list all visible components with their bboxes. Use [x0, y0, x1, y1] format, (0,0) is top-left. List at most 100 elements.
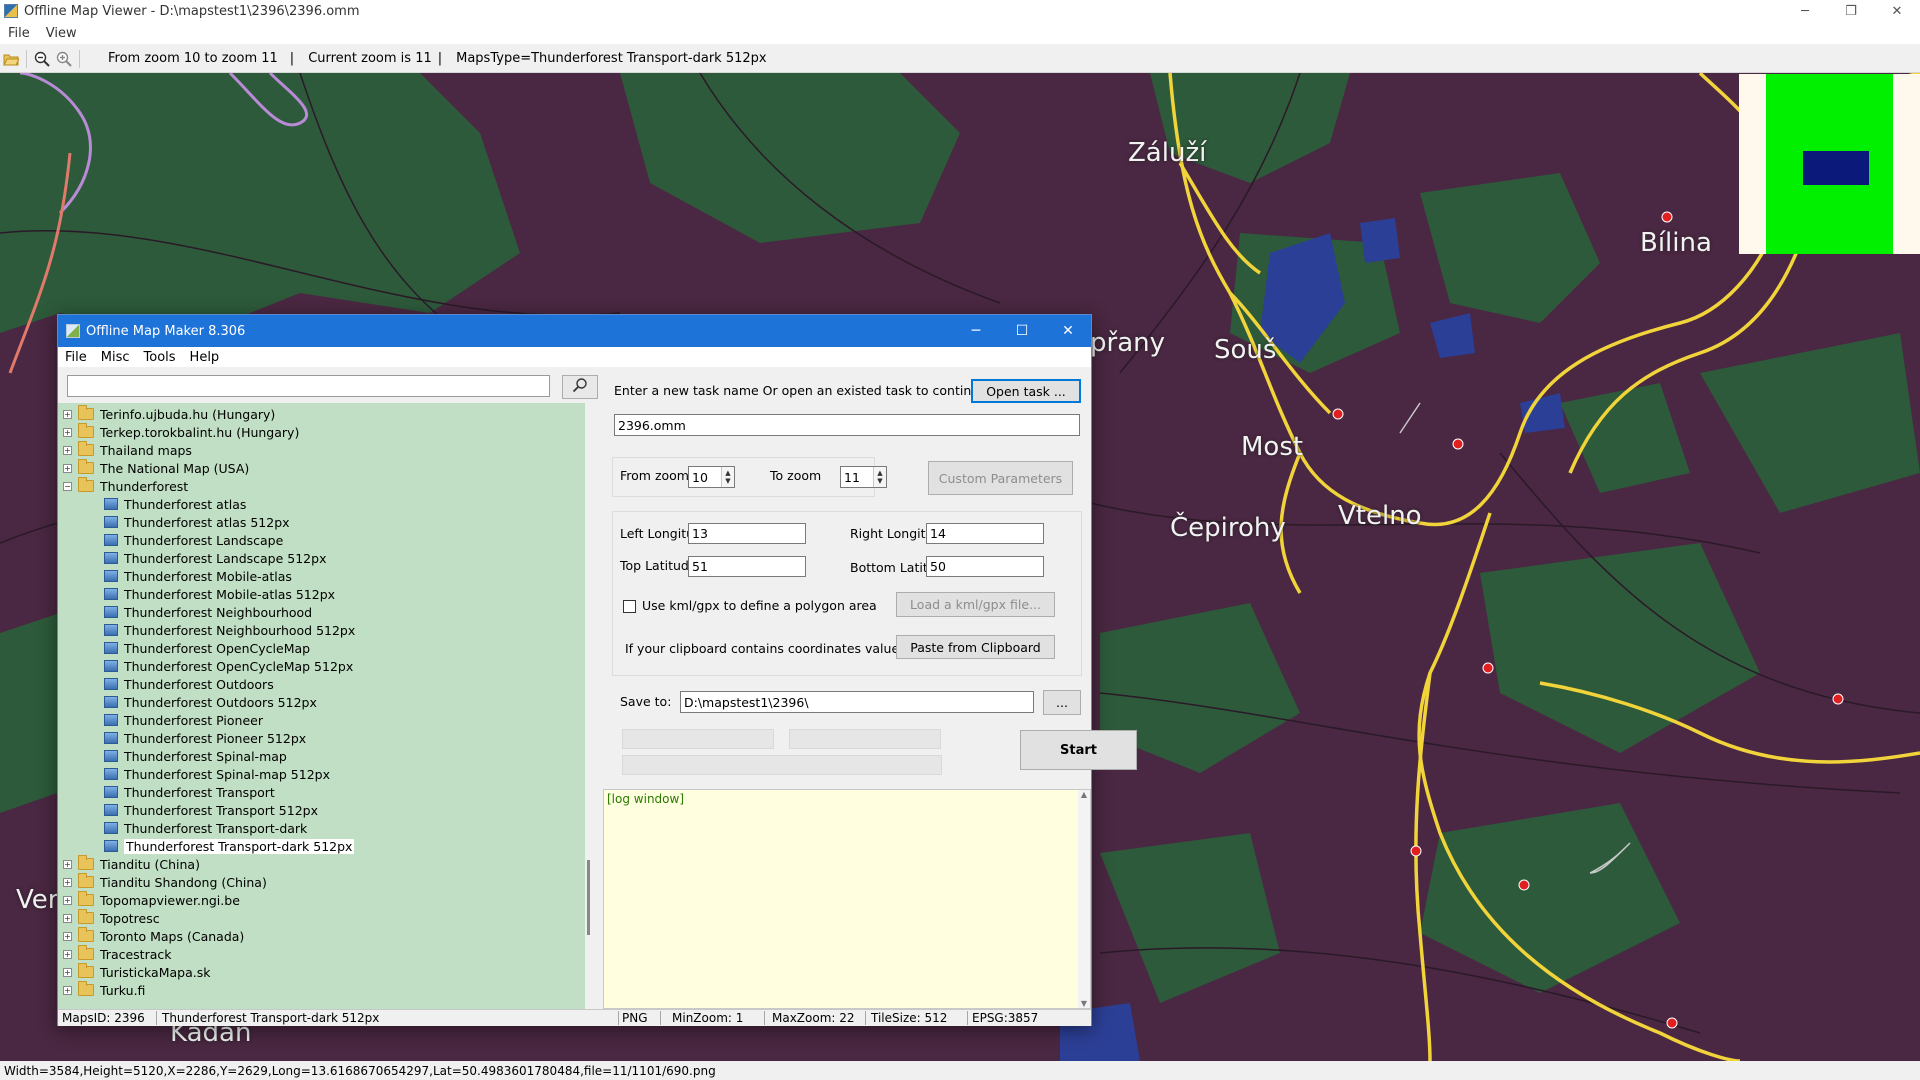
- tree-map-item[interactable]: Thunderforest Transport-dark: [104, 819, 307, 837]
- tree-folder-item[interactable]: + The National Map (USA): [63, 459, 249, 477]
- expand-icon[interactable]: +: [63, 985, 72, 995]
- tree-map-item[interactable]: Thunderforest Transport: [104, 783, 275, 801]
- tree-map-item[interactable]: Thunderforest atlas 512px: [104, 513, 290, 531]
- tree-folder-item[interactable]: + TuristickaMapa.sk: [63, 963, 210, 981]
- expand-icon[interactable]: +: [63, 409, 72, 419]
- tree-folder-item[interactable]: + Toronto Maps (Canada): [63, 927, 244, 945]
- status-separator: [660, 1011, 661, 1025]
- tree-folder-item[interactable]: + Topomapviewer.ngi.be: [63, 891, 240, 909]
- maps-tree[interactable]: + Terinfo.ujbuda.hu (Hungary) + Terkep.toro…: [58, 403, 585, 1009]
- dialog-minimize-button[interactable]: ─: [953, 315, 999, 347]
- tree-map-item[interactable]: Thunderforest Mobile-atlas: [104, 567, 292, 585]
- close-button[interactable]: ✕: [1874, 0, 1920, 22]
- folder-icon: [78, 423, 94, 438]
- task-name-input[interactable]: 2396.omm: [614, 414, 1080, 436]
- zoom-in-icon[interactable]: [53, 48, 75, 70]
- tree-item-label: Thunderforest Transport-dark: [124, 820, 308, 836]
- paste-from-clipboard-button[interactable]: Paste from Clipboard: [896, 635, 1055, 659]
- tree-folder-item[interactable]: + Tianditu Shandong (China): [63, 873, 267, 891]
- tree-item-label: Tracestrack: [100, 946, 172, 962]
- top-latitude-input[interactable]: 51: [688, 556, 806, 577]
- dialog-maximize-button[interactable]: ☐: [999, 315, 1045, 347]
- menu-view[interactable]: View: [38, 26, 85, 41]
- tree-item-label: Turku.fi: [100, 982, 146, 998]
- tree-map-item[interactable]: Thunderforest OpenCycleMap 512px: [104, 657, 353, 675]
- tree-scrollbar-thumb[interactable]: [587, 860, 590, 935]
- to-zoom-spinner[interactable]: 11 ▲ ▼: [840, 466, 887, 488]
- tree-item-label: Thunderforest Mobile-atlas: [124, 568, 292, 584]
- tree-folder-item[interactable]: + Terinfo.ujbuda.hu (Hungary): [63, 405, 275, 423]
- tree-map-item[interactable]: Thunderforest Pioneer 512px: [104, 729, 306, 747]
- tree-item-label: Thunderforest Mobile-atlas 512px: [124, 586, 336, 602]
- left-longitude-input[interactable]: 13: [688, 523, 806, 544]
- minimize-button[interactable]: ─: [1782, 0, 1828, 22]
- menu-file[interactable]: File: [0, 26, 38, 41]
- restore-button[interactable]: ❐: [1828, 0, 1874, 22]
- tree-folder-item[interactable]: + Thailand maps: [63, 441, 192, 459]
- open-task-button[interactable]: Open task ...: [971, 379, 1081, 403]
- overview-viewport-indicator[interactable]: [1803, 151, 1869, 185]
- expand-icon[interactable]: +: [63, 913, 72, 923]
- map-icon: [104, 822, 118, 834]
- dialog-close-button[interactable]: ✕: [1045, 315, 1091, 347]
- expand-icon[interactable]: +: [63, 859, 72, 869]
- tree-map-item[interactable]: Thunderforest Pioneer: [104, 711, 263, 729]
- tree-folder-item[interactable]: + Topotresc: [63, 909, 160, 927]
- load-kml-button[interactable]: Load a kml/gpx file...: [896, 592, 1055, 617]
- tree-map-item[interactable]: Thunderforest Spinal-map: [104, 747, 287, 765]
- save-to-input[interactable]: D:\mapstest1\2396\: [680, 691, 1034, 713]
- tree-folder-item[interactable]: + Tianditu (China): [63, 855, 200, 873]
- search-button[interactable]: [562, 375, 598, 399]
- expand-icon[interactable]: +: [63, 877, 72, 887]
- tree-map-item[interactable]: Thunderforest Mobile-atlas 512px: [104, 585, 335, 603]
- tree-map-item[interactable]: Thunderforest Landscape 512px: [104, 549, 326, 567]
- expand-icon[interactable]: +: [63, 463, 72, 473]
- scroll-up-arrow-icon[interactable]: ▲: [1081, 790, 1087, 799]
- tree-map-item[interactable]: Thunderforest Spinal-map 512px: [104, 765, 330, 783]
- expand-icon[interactable]: +: [63, 895, 72, 905]
- dialog-menu-misc[interactable]: Misc: [94, 350, 137, 365]
- browse-button[interactable]: ...: [1043, 690, 1081, 715]
- overview-minimap[interactable]: [1739, 74, 1920, 254]
- from-zoom-spinner[interactable]: 10 ▲ ▼: [688, 466, 735, 488]
- tree-folder-item[interactable]: + Tracestrack: [63, 945, 171, 963]
- search-input[interactable]: [67, 375, 550, 397]
- open-folder-icon[interactable]: [0, 48, 22, 70]
- dialog-menu-tools[interactable]: Tools: [137, 350, 183, 365]
- folder-icon: [78, 891, 94, 906]
- from-zoom-spin-buttons[interactable]: ▲ ▼: [721, 467, 734, 487]
- tree-map-item[interactable]: Thunderforest Transport-dark 512px: [104, 837, 355, 855]
- start-button[interactable]: Start: [1020, 730, 1137, 770]
- tree-map-item[interactable]: Thunderforest Neighbourhood: [104, 603, 312, 621]
- use-kml-checkbox[interactable]: [623, 600, 636, 613]
- save-to-label: Save to:: [620, 694, 672, 709]
- map-icon: [104, 768, 118, 780]
- expand-icon[interactable]: +: [63, 967, 72, 977]
- tree-map-item[interactable]: Thunderforest Outdoors 512px: [104, 693, 317, 711]
- tree-map-item[interactable]: Thunderforest Neighbourhood 512px: [104, 621, 355, 639]
- expand-icon[interactable]: +: [63, 445, 72, 455]
- tree-map-item[interactable]: Thunderforest OpenCycleMap: [104, 639, 310, 657]
- log-window[interactable]: [log window] ▲ ▼: [603, 789, 1091, 1009]
- expand-icon[interactable]: +: [63, 427, 72, 437]
- bottom-latitude-input[interactable]: 50: [926, 556, 1044, 577]
- tree-map-item[interactable]: Thunderforest Landscape: [104, 531, 283, 549]
- tree-map-item[interactable]: Thunderforest atlas: [104, 495, 246, 513]
- tree-folder-item[interactable]: + Turku.fi: [63, 981, 145, 999]
- right-longitude-input[interactable]: 14: [926, 523, 1044, 544]
- tree-map-item[interactable]: Thunderforest Outdoors: [104, 675, 274, 693]
- collapse-icon[interactable]: −: [63, 481, 72, 491]
- scroll-down-arrow-icon[interactable]: ▼: [1081, 999, 1087, 1008]
- to-zoom-spin-buttons[interactable]: ▲ ▼: [873, 467, 886, 487]
- custom-parameters-button[interactable]: Custom Parameters: [928, 461, 1073, 495]
- tree-folder-item[interactable]: + Terkep.torokbalint.hu (Hungary): [63, 423, 299, 441]
- tree-folder-item[interactable]: − Thunderforest: [63, 477, 188, 495]
- tree-scrollbar[interactable]: [585, 403, 593, 1009]
- expand-icon[interactable]: +: [63, 931, 72, 941]
- tree-map-item[interactable]: Thunderforest Transport 512px: [104, 801, 318, 819]
- dialog-menu-help[interactable]: Help: [183, 350, 227, 365]
- expand-icon[interactable]: +: [63, 949, 72, 959]
- log-scrollbar[interactable]: ▲ ▼: [1078, 790, 1090, 1008]
- dialog-menu-file[interactable]: File: [58, 350, 94, 365]
- zoom-out-icon[interactable]: [31, 48, 53, 70]
